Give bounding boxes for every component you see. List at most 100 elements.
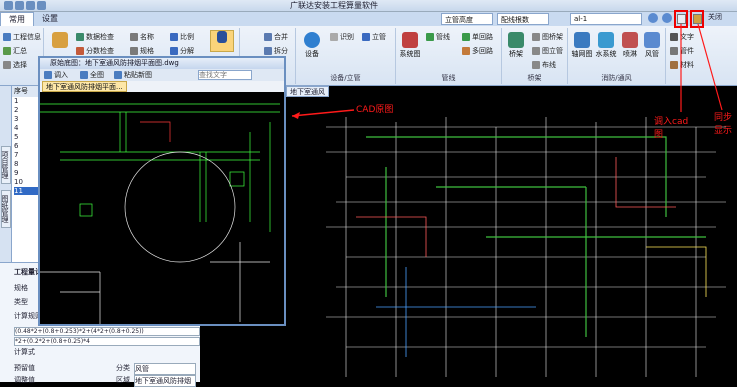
- cad-paste-button[interactable]: 粘贴新图: [114, 70, 152, 80]
- list-row[interactable]: 1: [14, 97, 18, 105]
- spray-button[interactable]: 喷淋: [618, 32, 642, 59]
- prop-label: 预留值: [14, 364, 35, 372]
- data-check-icon: [76, 33, 84, 41]
- layer-select[interactable]: al-1: [570, 13, 642, 25]
- drawing-tab[interactable]: 地下室通风: [286, 86, 329, 97]
- category-field[interactable]: 风管: [134, 363, 196, 375]
- axis-net-button[interactable]: 轴网图: [570, 32, 594, 59]
- spray-icon: [622, 32, 638, 48]
- sync-display-icon[interactable]: [693, 14, 702, 24]
- cad-import-button[interactable]: 调入: [44, 70, 68, 80]
- vtab-drawings[interactable]: 图纸管理: [1, 190, 11, 228]
- save-icon[interactable]: [15, 1, 24, 10]
- cad-tab-bar: 地下室通风防排烟平面...: [40, 81, 284, 92]
- redo-icon[interactable]: [37, 1, 46, 10]
- drawing-tabs: 地下室通风: [286, 86, 329, 97]
- riser-icon: [362, 33, 370, 41]
- project-info-icon: [3, 33, 11, 41]
- list-row[interactable]: 7: [14, 151, 18, 159]
- project-info-button[interactable]: 工程信息: [3, 32, 41, 42]
- annotation-import-cad: 调入cad图: [654, 117, 689, 140]
- pointer-select-button[interactable]: [210, 30, 234, 52]
- wind-pipe-icon: [644, 32, 660, 48]
- bridge-frame-icon: [532, 33, 540, 41]
- cad-find-input[interactable]: [198, 70, 252, 80]
- split-button[interactable]: 分解: [170, 46, 194, 56]
- list-row[interactable]: 4: [14, 124, 18, 132]
- area-field[interactable]: 地下室通风防排烟: [134, 375, 196, 387]
- cad-canvas[interactable]: [40, 92, 284, 324]
- cad-fullview-button[interactable]: 全图: [80, 70, 104, 80]
- ratio-button[interactable]: 比例: [170, 32, 194, 42]
- riser-height-select[interactable]: 立管高度: [441, 13, 493, 25]
- close-panel-button[interactable]: 关闭: [708, 12, 734, 24]
- split-icon: [170, 47, 178, 55]
- prop-label: 计算式: [14, 348, 35, 356]
- formula-line-1[interactable]: (0.48*2+(0.8+0.253)*2+(4*2+(0.8+0.25)): [14, 327, 200, 336]
- merge-icon: [264, 33, 272, 41]
- axis-net-icon: [574, 32, 590, 48]
- formula-line-2[interactable]: *2+(0.2*2+(0.8+0.25)*4: [14, 337, 200, 346]
- sub-check-icon: [76, 47, 84, 55]
- cad-original-window: 原始底图：地下室通风防排烟平面图.dwg 调入 全图 粘贴新图 地下室通风防排烟…: [38, 56, 286, 326]
- bridge-wire-icon: [532, 61, 540, 69]
- bridge-wire-button[interactable]: 布线: [532, 60, 556, 70]
- spec-icon: [130, 47, 138, 55]
- prop-label: 类型: [14, 298, 28, 306]
- bridge-frame-button[interactable]: 图桥架: [532, 32, 563, 42]
- nav-back-icon[interactable]: [648, 13, 658, 23]
- list-row[interactable]: 3: [14, 115, 18, 123]
- data-check-button[interactable]: 数据检查: [76, 32, 114, 42]
- multi-loop-button[interactable]: 多回路: [462, 46, 493, 56]
- device-button[interactable]: 设备: [300, 32, 324, 59]
- identify-button[interactable]: 识别: [330, 32, 354, 42]
- bridge-button[interactable]: 桥架: [504, 32, 528, 59]
- spec-button[interactable]: 规格: [130, 46, 154, 56]
- bridge-vertical-button[interactable]: 图立管: [532, 46, 563, 56]
- ribbon-tabs: 常用 设置 立管高度 配线根数 al-1: [0, 12, 737, 26]
- annotation-cad-original: CAD原图: [356, 105, 394, 115]
- import-cad-icon[interactable]: [677, 14, 686, 24]
- prop-label: 规格: [14, 284, 28, 292]
- pipeline-icon: [426, 33, 434, 41]
- name-button[interactable]: 名称: [130, 32, 154, 42]
- annotation-lines: [680, 24, 723, 112]
- break-button[interactable]: 拆分: [264, 46, 288, 56]
- single-loop-button[interactable]: 单回路: [462, 32, 493, 42]
- list-row[interactable]: 2: [14, 106, 18, 114]
- list-row[interactable]: 6: [14, 142, 18, 150]
- multi-loop-icon: [462, 47, 470, 55]
- list-row[interactable]: 10: [14, 178, 23, 186]
- app-logo-icon: [4, 1, 13, 10]
- quick-access-toolbar[interactable]: [4, 1, 46, 10]
- tab-common[interactable]: 常用: [0, 12, 34, 26]
- list-row[interactable]: 5: [14, 133, 18, 141]
- tab-settings[interactable]: 设置: [34, 12, 66, 26]
- vtab-project[interactable]: 项目管理: [1, 146, 11, 184]
- title-bar: 广联达安装工程算量软件: [0, 0, 737, 12]
- cad-file-tab[interactable]: 地下室通风防排烟平面...: [42, 81, 127, 92]
- bridge-icon: [508, 32, 524, 48]
- break-icon: [264, 47, 272, 55]
- list-row[interactable]: 9: [14, 169, 18, 177]
- window-title: 广联达安装工程算量软件: [290, 1, 378, 10]
- sub-check-button[interactable]: 分数检查: [76, 46, 114, 56]
- riser-button[interactable]: 立管: [362, 32, 386, 42]
- open-button[interactable]: [48, 32, 72, 49]
- list-row[interactable]: 8: [14, 160, 18, 168]
- select-button[interactable]: 选择: [3, 60, 27, 70]
- undo-icon[interactable]: [26, 1, 35, 10]
- merge-button[interactable]: 合并: [264, 32, 288, 42]
- group-label-device: 设备/立管: [330, 74, 361, 82]
- water-system-icon: [598, 32, 614, 48]
- cad-toolbar: 调入 全图 粘贴新图: [40, 69, 284, 81]
- wire-count-select[interactable]: 配线根数: [497, 13, 549, 25]
- system-map-button[interactable]: 系统图: [398, 32, 422, 59]
- summary-button[interactable]: 汇总: [3, 46, 27, 56]
- name-icon: [130, 33, 138, 41]
- fullview-icon: [80, 71, 88, 79]
- pipeline-button[interactable]: 管线: [426, 32, 450, 42]
- nav-forward-icon[interactable]: [662, 13, 672, 23]
- water-system-button[interactable]: 水系统: [594, 32, 618, 59]
- select-icon: [3, 61, 11, 69]
